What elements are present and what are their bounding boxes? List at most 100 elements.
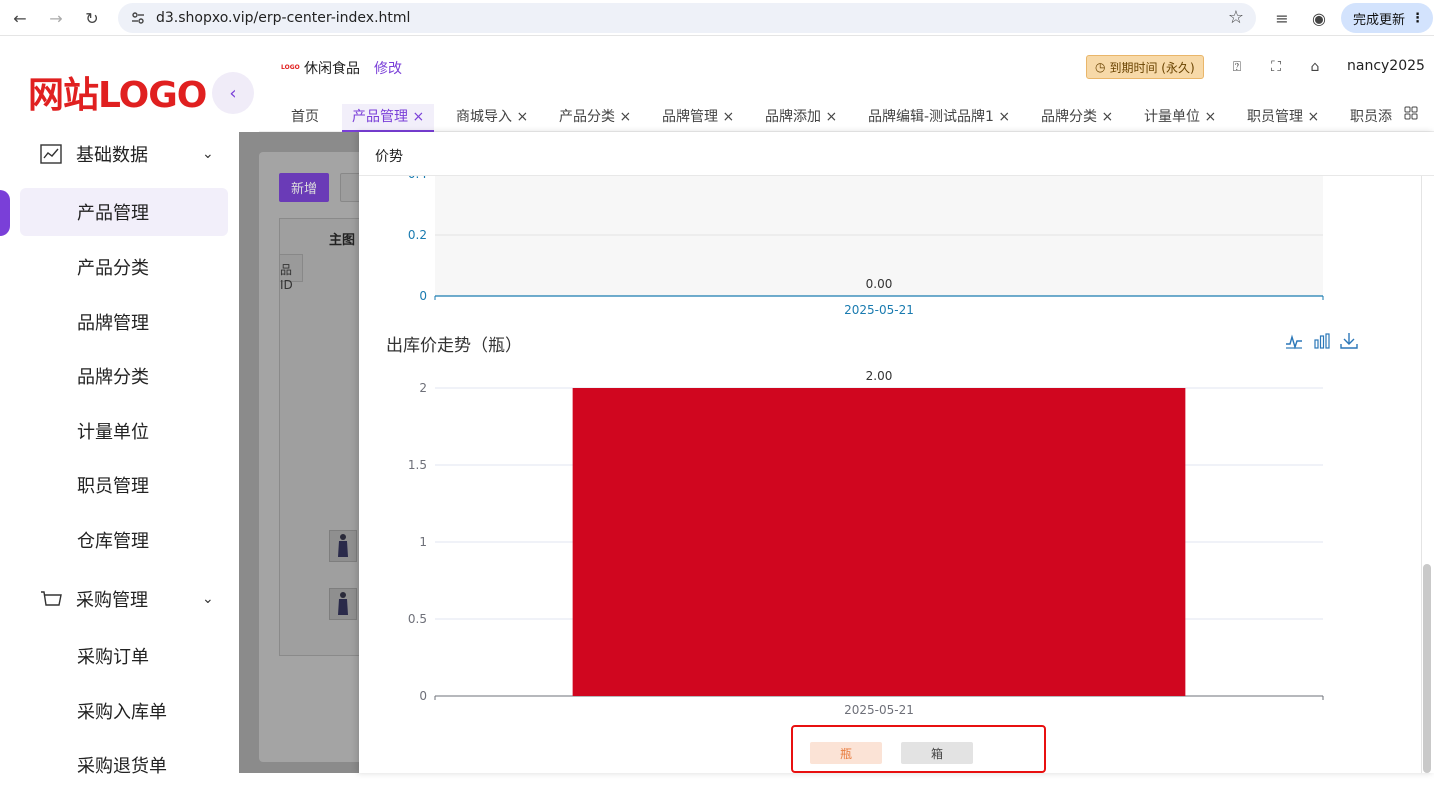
data-label: 0.00 [866,277,893,291]
line-chart-icon[interactable] [1285,332,1303,350]
translate-icon[interactable]: ⍰ [1228,58,1246,76]
sidebar-item-label: 品牌分类 [77,367,149,388]
forward-icon[interactable]: → [44,6,68,30]
edit-shop-link[interactable]: 修改 [374,58,402,78]
sidebar-item-label: 产品分类 [77,258,149,279]
tab-product-category[interactable]: 产品分类 × [559,106,631,126]
sidebar-item-brand[interactable]: 品牌管理 [20,298,228,346]
y-tick-label: 0 [419,289,427,303]
back-icon[interactable]: ← [8,6,32,30]
tab-product[interactable]: 产品管理 × [342,104,435,132]
sidebar-item-brand-category[interactable]: 品牌分类 [20,352,228,400]
chevron-down-icon: ⌄ [202,146,214,162]
tab-home[interactable]: 首页 [291,106,319,126]
unit-box-button[interactable]: 箱 [901,742,973,764]
browser-toolbar: ← → ↻ d3.shopxo.vip/erp-center-index.htm… [0,0,1434,36]
data-label: 2.00 [866,369,893,383]
outbound-price-chart: 2 1.5 1 0.5 0 2.00 2025-05-21 [408,369,1324,717]
download-icon[interactable] [1340,332,1358,350]
sidebar-item-product-category[interactable]: 产品分类 [20,243,228,291]
bookmark-star-icon[interactable]: ☆ [1228,7,1244,28]
media-icon[interactable]: ≡ [1270,6,1294,30]
collapse-sidebar-icon[interactable]: ‹ [212,72,254,114]
sidebar-item-label: 采购入库单 [77,702,167,723]
y-tick-label: 0.5 [408,612,427,626]
sidebar-item-label: 采购订单 [77,647,149,668]
tab-bar: 首页 产品管理 × 商城导入 × 产品分类 × 品牌管理 × 品牌添加 × 品牌… [259,96,1434,132]
more-menu-icon[interactable]: ⋮ [1411,11,1424,26]
chevron-down-icon: ⌄ [202,591,214,607]
menu-group-basic-data[interactable]: 基础数据 ⌄ [40,141,214,167]
sidebar-item-label: 仓库管理 [77,531,149,552]
shop-name: 休闲食品 [304,61,360,77]
y-tick-label: 0 [419,689,427,703]
cart-icon [41,591,62,606]
figure-icon [338,534,348,557]
tab-brand-add[interactable]: 品牌添加 × [765,106,837,126]
tab-brand[interactable]: 品牌管理 × [662,106,734,126]
sidebar-item-product[interactable]: 产品管理 [20,188,228,236]
tab-mall-import[interactable]: 商城导入 × [456,106,528,126]
x-tick-label: 2025-05-21 [844,703,914,717]
fullscreen-icon[interactable]: ⛶ [1267,58,1285,76]
sidebar-item-warehouse[interactable]: 仓库管理 [20,516,228,564]
y-tick-label: 2 [419,381,427,395]
sidebar-item-purchase-in[interactable]: 采购入库单 [20,687,228,735]
x-tick-label: 2025-05-21 [844,303,914,317]
tab-staff-add[interactable]: 职员添 [1350,106,1394,126]
product-thumbnail [329,588,357,620]
update-label: 完成更新 [1353,12,1406,28]
unit-bottle-button[interactable]: 瓶 [810,742,882,764]
expire-badge: ◷ 到期时间 (永久) [1086,55,1204,79]
y-tick-label: 0.2 [408,228,427,242]
bar [572,388,1186,696]
y-tick-label: 0.4 [408,176,427,181]
site-settings-icon[interactable] [130,10,146,26]
home-icon[interactable]: ⌂ [1306,58,1324,76]
url-text: d3.shopxo.vip/erp-center-index.html [156,10,411,26]
mini-logo: LOGO [281,64,300,71]
chart-title: 出库价走势（瓶） [386,336,522,356]
username[interactable]: nancy2025 [1347,58,1425,74]
sidebar-item-label: 计量单位 [77,422,149,443]
figure-icon [338,592,348,615]
tab-brand-edit[interactable]: 品牌编辑-测试品牌1 × [868,106,1010,126]
sidebar-item-label: 品牌管理 [77,313,149,334]
product-thumbnail [329,530,357,562]
price-trend-panel: 价势 0.4 0.2 0 2025-05-21 0.00 出库价走势（瓶） 2 1.5 1 0… [359,132,1434,773]
menu-group-label: 基础数据 [76,145,148,166]
sidebar-item-label: 采购退货单 [77,756,167,777]
table-header-main-image: 主图 [329,233,356,248]
clock-icon: ◷ [1095,60,1106,74]
chart-line-icon [40,144,62,164]
reload-icon[interactable]: ↻ [80,6,104,30]
menu-group-purchase[interactable]: 采购管理 ⌄ [40,586,214,612]
header: LOGO 休闲食品 修改 ◷ 到期时间 (永久) ⍰ ⛶ ⌂ nancy2025 [259,40,1434,94]
site-logo: 网站LOGO [28,75,207,116]
scrollbar-thumb[interactable] [1423,564,1431,773]
sidebar-item-purchase-return[interactable]: 采购退货单 [20,741,228,789]
menu-group-label: 采购管理 [76,590,148,611]
tab-staff[interactable]: 职员管理 × [1247,106,1319,126]
profile-icon[interactable]: ◉ [1307,6,1331,30]
panel-title: 价势 [375,149,403,165]
sidebar-item-label: 产品管理 [77,203,149,224]
scrollbar-track [1421,176,1422,773]
sidebar-item-staff[interactable]: 职员管理 [20,461,228,509]
sidebar: 网站LOGO ‹ 基础数据 ⌄ 产品管理 产品分类 品牌管理 品牌分类 计量单位… [0,40,254,777]
update-button[interactable]: 完成更新 ⋮ [1341,3,1433,33]
tabs-menu-icon[interactable] [1404,106,1418,120]
table-header-id: 品ID [279,254,303,292]
add-button: 新增 [279,173,329,202]
tab-unit[interactable]: 计量单位 × [1144,106,1216,126]
sidebar-item-label: 职员管理 [77,476,149,497]
bar-chart-icon[interactable] [1313,332,1331,350]
tab-brand-category[interactable]: 品牌分类 × [1041,106,1113,126]
sidebar-item-purchase-order[interactable]: 采购订单 [20,632,228,680]
address-bar[interactable]: d3.shopxo.vip/erp-center-index.html ☆ [118,3,1256,33]
y-tick-label: 1.5 [408,458,427,472]
accent-shape [0,190,10,236]
y-tick-label: 1 [419,535,427,549]
sidebar-item-unit[interactable]: 计量单位 [20,407,228,455]
top-chart: 0.4 0.2 0 2025-05-21 0.00 [408,176,1324,317]
